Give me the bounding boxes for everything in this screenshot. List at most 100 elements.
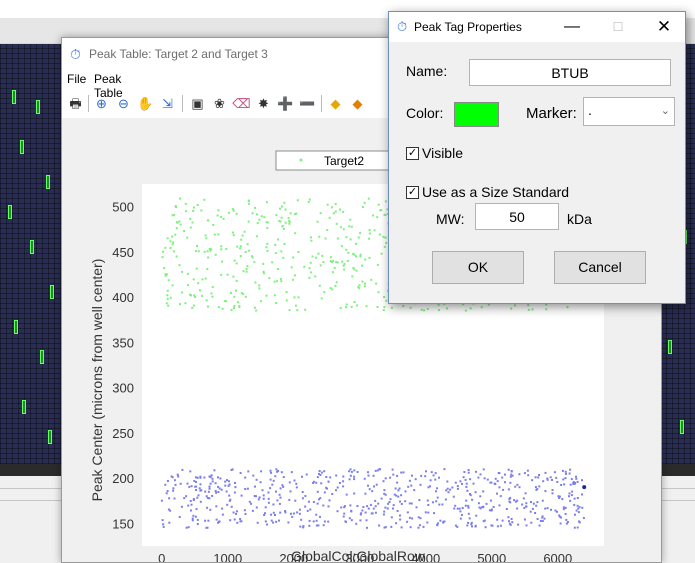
series-2-point <box>490 524 493 527</box>
series-2-point <box>279 511 282 514</box>
peak-table-title: Peak Table: Target 2 and Target 3 <box>89 47 268 61</box>
background-band <box>660 464 695 476</box>
marker-select[interactable]: . ⌄ <box>583 97 675 126</box>
frame-icon[interactable]: ▣ <box>188 94 207 113</box>
series-2-point <box>177 475 180 478</box>
series-2-point <box>427 486 430 489</box>
series-2-point <box>568 495 570 498</box>
target2-point <box>233 307 235 310</box>
series-2-point <box>190 503 193 506</box>
series-2-point <box>301 475 303 478</box>
cancel-button[interactable]: Cancel <box>554 251 646 284</box>
series-2-point <box>556 481 559 483</box>
series-2-point <box>323 491 326 494</box>
target2-point <box>265 246 268 249</box>
highlighted-point[interactable] <box>582 485 587 490</box>
series-2-point <box>479 473 482 476</box>
target2-point <box>307 200 310 203</box>
maximize-icon[interactable]: ☐ <box>595 12 641 42</box>
zoom-out-icon[interactable]: ⊖ <box>114 94 133 113</box>
eraser-icon[interactable]: ⌫ <box>232 94 251 113</box>
size-standard-checkbox[interactable]: ✓ <box>406 186 419 199</box>
target2-point <box>255 213 258 216</box>
series-2-point <box>470 521 473 524</box>
series-2-point <box>535 504 538 507</box>
mw-input[interactable] <box>475 203 559 230</box>
target2-point <box>329 256 332 259</box>
y-tick-label: 500 <box>112 200 134 215</box>
series-2-point <box>278 493 281 496</box>
target2-point <box>363 285 366 288</box>
series-2-point <box>438 503 441 506</box>
color-swatch-button[interactable] <box>454 102 499 127</box>
series-2-point <box>267 497 270 500</box>
series-2-point <box>380 497 383 500</box>
remove-icon[interactable]: ➖ <box>298 94 317 113</box>
series-2-point <box>254 485 256 488</box>
target2-point <box>206 268 209 271</box>
series-2-point <box>172 489 175 492</box>
menu-file[interactable]: File <box>67 72 86 86</box>
series-2-point <box>290 512 292 515</box>
add-icon[interactable]: ➕ <box>276 94 295 113</box>
series-2-point <box>258 496 261 499</box>
minimize-icon[interactable]: — <box>549 12 595 42</box>
zoom-in-icon[interactable]: ⊕ <box>92 94 111 113</box>
tag-yellow-icon[interactable]: ◆ <box>326 94 345 113</box>
target2-point <box>189 217 192 220</box>
series-2-point <box>246 487 249 490</box>
target2-point <box>279 220 282 223</box>
target2-point <box>320 297 323 300</box>
close-icon[interactable]: ✕ <box>641 12 687 42</box>
series-2-point <box>315 524 318 527</box>
series-2-point <box>394 487 397 490</box>
series-2-point <box>386 507 389 510</box>
series-2-point <box>430 471 433 474</box>
zoom-to-region-icon[interactable]: ⇲ <box>158 94 177 113</box>
tag-icon[interactable]: ❀ <box>210 94 229 113</box>
series-2-point <box>417 516 420 519</box>
pan-hand-icon[interactable]: ✋ <box>136 94 155 113</box>
series-2-point <box>390 516 393 519</box>
target2-point <box>254 206 257 209</box>
target2-point <box>175 227 178 230</box>
print-icon[interactable]: 🖶 <box>66 94 85 113</box>
target2-point <box>288 219 291 222</box>
series-2-point <box>569 483 572 486</box>
series-2-point <box>399 514 401 517</box>
series-2-point <box>269 469 272 472</box>
series-2-point <box>322 504 325 507</box>
series-2-point <box>406 520 409 523</box>
target2-point <box>161 256 164 259</box>
name-input[interactable] <box>469 59 671 86</box>
target2-point <box>288 222 291 225</box>
series-2-point <box>454 524 457 527</box>
target2-point <box>332 212 335 215</box>
tag-orange-icon[interactable]: ◆ <box>348 94 367 113</box>
magic-tag-icon[interactable]: ✸ <box>254 94 273 113</box>
target2-point <box>253 261 256 264</box>
target2-point <box>368 237 371 240</box>
series-2-point <box>501 519 504 522</box>
series-2-point <box>577 507 580 510</box>
background-divider <box>0 488 62 489</box>
series-2-point <box>518 473 521 476</box>
target2-point <box>196 204 199 206</box>
target2-point <box>199 289 201 292</box>
visible-checkbox[interactable]: ✓ <box>406 147 419 160</box>
blot-image-left[interactable] <box>0 44 62 464</box>
series-2-point <box>198 487 201 490</box>
target2-point <box>382 309 385 312</box>
dialog-titlebar[interactable]: ⏱ Peak Tag Properties — ☐ ✕ <box>389 12 685 42</box>
target2-point <box>363 201 366 204</box>
series-2-point <box>415 506 418 509</box>
ok-button[interactable]: OK <box>432 251 524 284</box>
target2-point <box>275 302 278 304</box>
target2-point <box>527 308 530 311</box>
app-timer-icon: ⏱ <box>70 46 81 62</box>
x-tick-label: 5000 <box>477 551 506 562</box>
series-2-point <box>350 519 353 522</box>
series-2-point <box>471 525 473 528</box>
target2-point <box>166 289 169 292</box>
series-2-point <box>275 490 277 493</box>
